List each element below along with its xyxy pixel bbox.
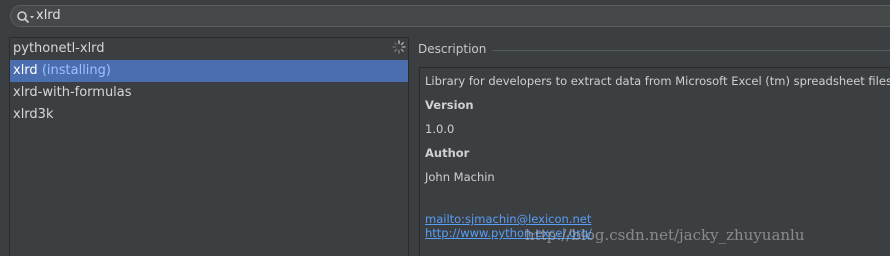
email-link[interactable]: mailto:sjmachin@lexicon.net: [425, 212, 591, 226]
spinner-icon: [392, 39, 406, 54]
divider: [492, 50, 890, 51]
package-name: xlrd-with-formulas: [13, 85, 132, 100]
search-box[interactable]: xlrd: [10, 5, 890, 27]
version-value: 1.0.0: [425, 122, 455, 136]
version-label: Version: [425, 98, 474, 112]
package-name: xlrd3k: [13, 107, 54, 122]
list-item[interactable]: pythonetl-xlrd: [10, 38, 408, 60]
package-name: xlrd: [13, 63, 38, 78]
search-icon[interactable]: [16, 9, 36, 24]
package-summary: Library for developers to extract data f…: [425, 74, 890, 88]
list-item[interactable]: xlrd3k: [10, 104, 408, 126]
author-value: John Machin: [425, 170, 495, 184]
description-header: Description: [418, 42, 487, 56]
package-name: pythonetl-xlrd: [13, 41, 105, 56]
package-status: (installing): [41, 63, 111, 78]
list-item[interactable]: xlrd-with-formulas: [10, 82, 408, 104]
search-input[interactable]: xlrd: [36, 8, 61, 24]
package-list: pythonetl-xlrd xlrd (installing) xlrd-wi…: [9, 37, 409, 256]
list-item[interactable]: xlrd (installing): [10, 60, 408, 82]
author-label: Author: [425, 146, 470, 160]
search-bar: xlrd: [0, 0, 890, 36]
watermark: http://blog.csdn.net/jacky_zhuyuanlu: [525, 226, 805, 244]
